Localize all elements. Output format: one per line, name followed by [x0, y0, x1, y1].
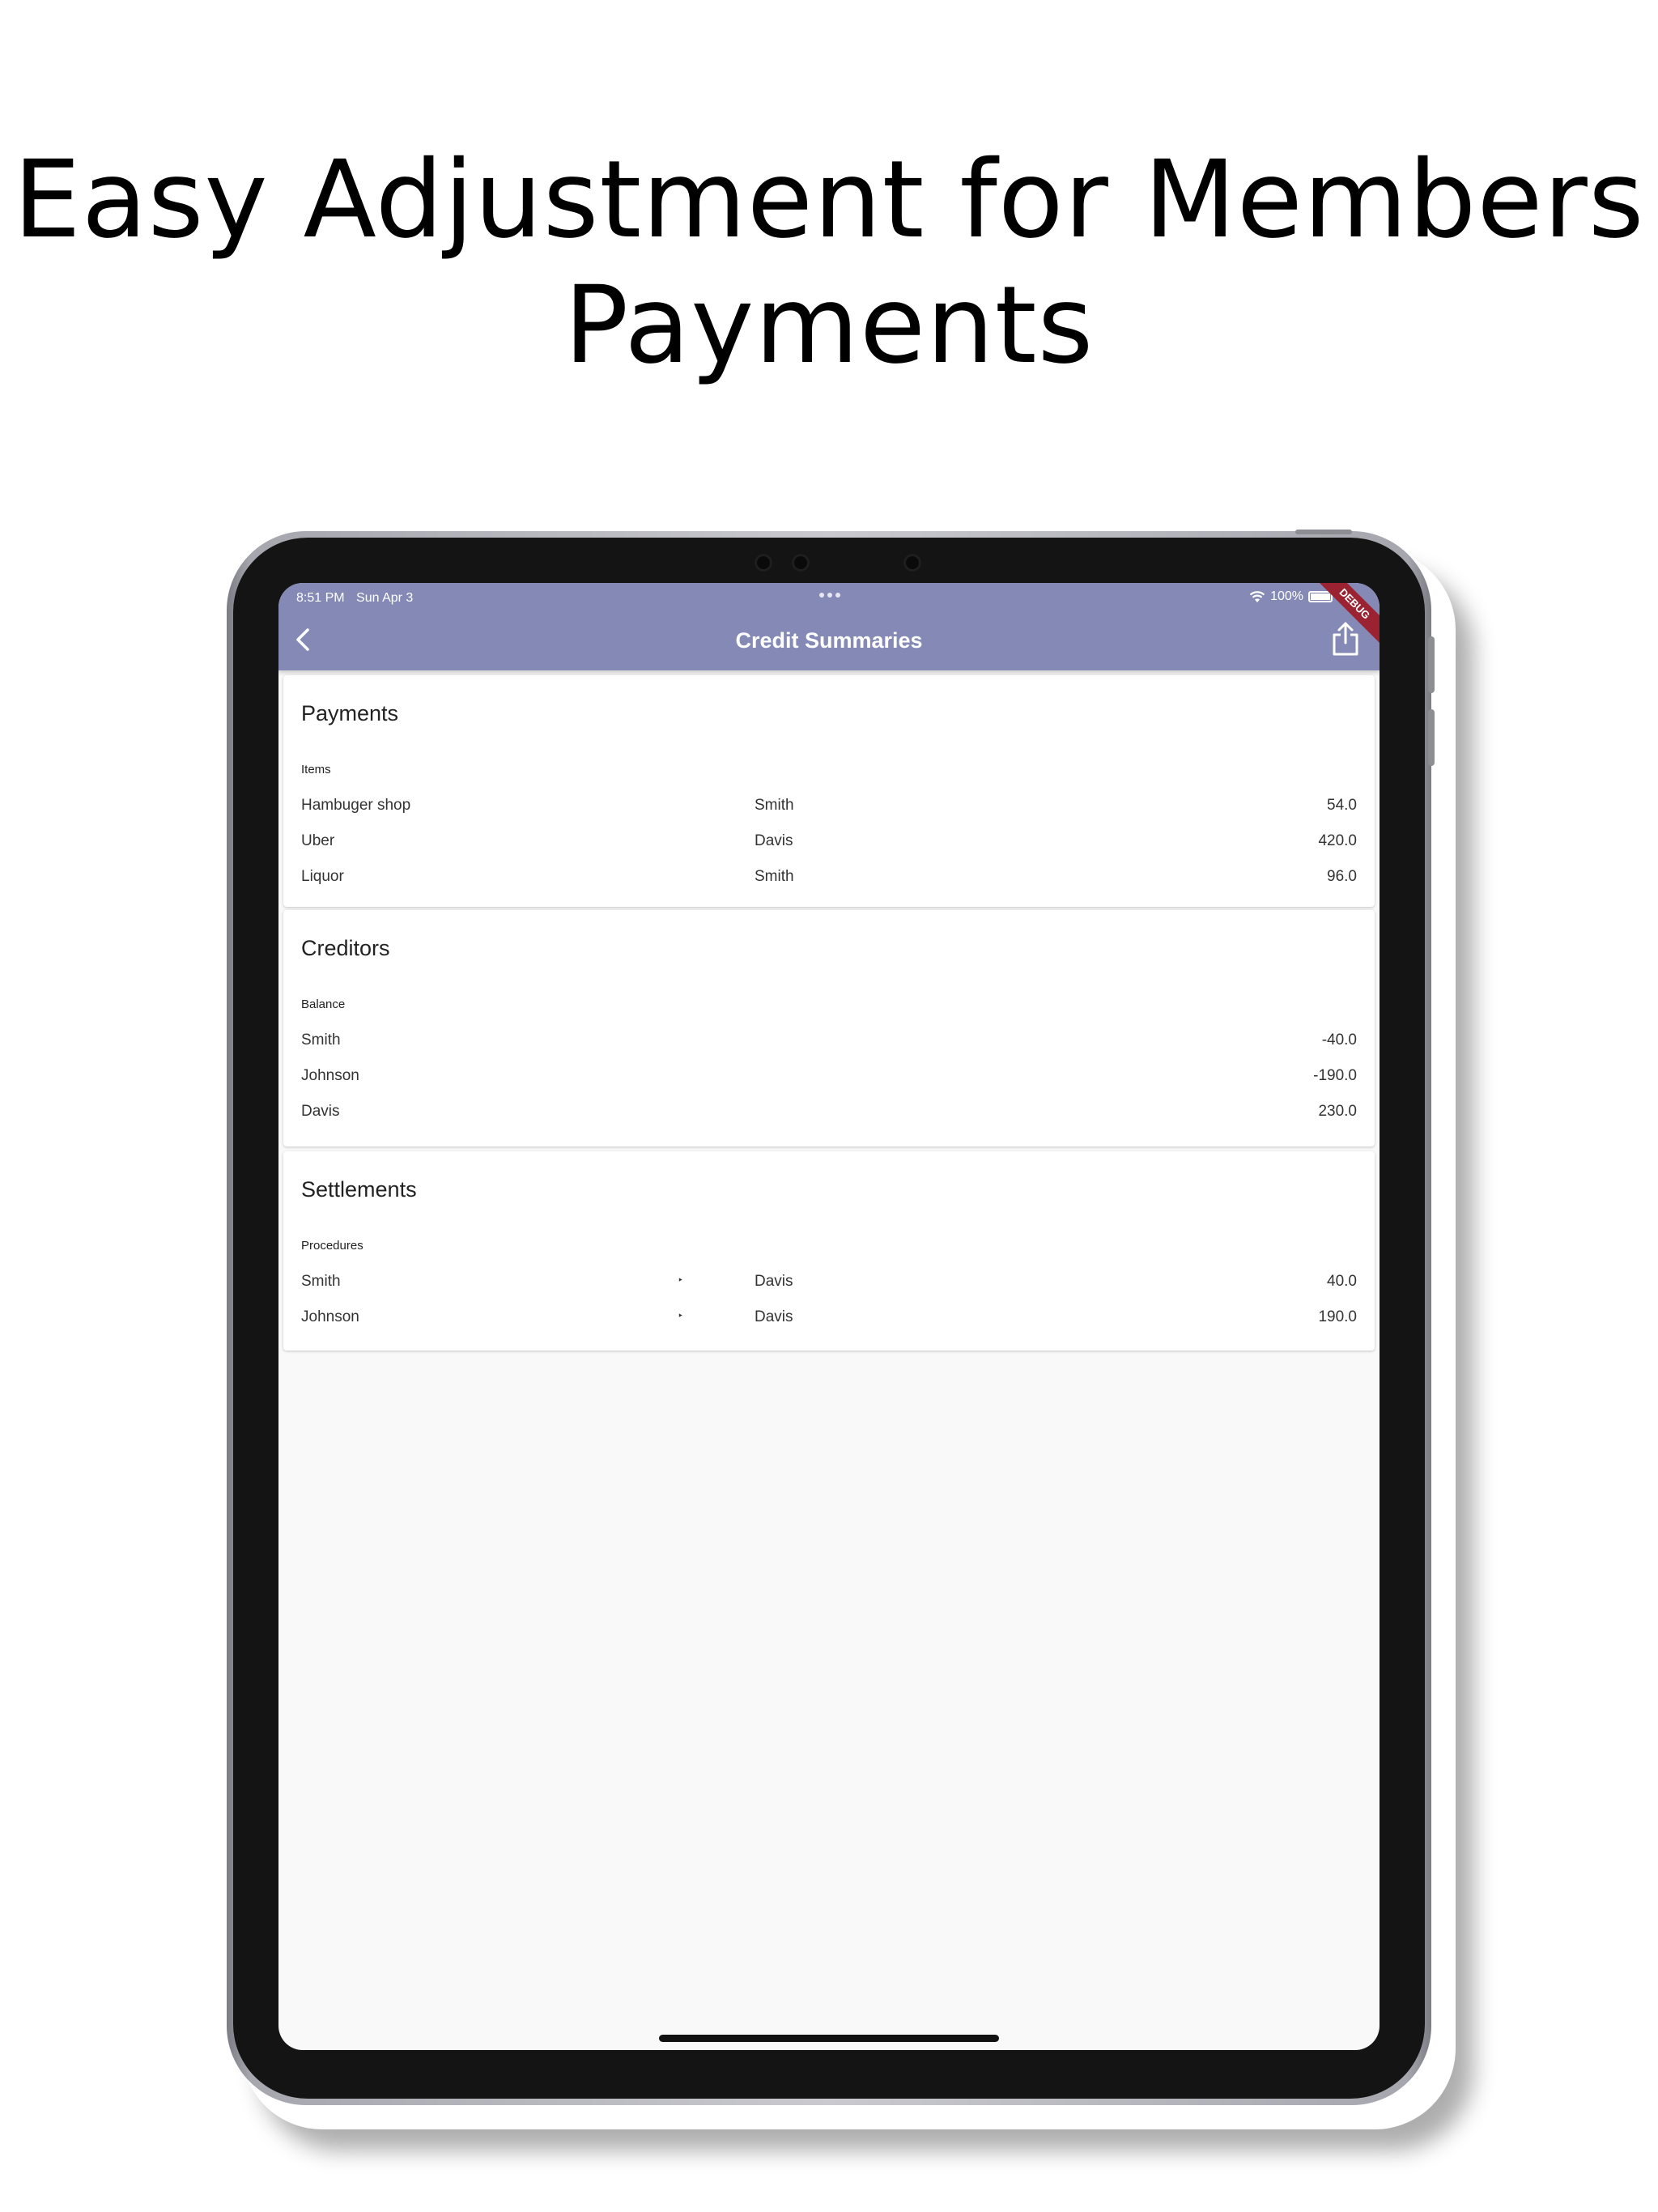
creditor-balance: -40.0	[1321, 1032, 1357, 1049]
creditors-card: Creditors Balance Smith -40.0 Johnson -1…	[283, 910, 1375, 1146]
app-bar: 8:51 PM Sun Apr 3 100% DEBUG Credit Summ…	[278, 583, 1380, 670]
settlement-to: Davis	[755, 1308, 793, 1325]
settlement-from: Smith	[301, 1273, 341, 1290]
power-button	[1295, 530, 1352, 534]
payment-row[interactable]: Uber Davis 420.0	[283, 824, 1375, 857]
sensor-icon	[903, 554, 921, 572]
creditor-row[interactable]: Davis 230.0	[283, 1095, 1375, 1127]
payment-item: Liquor	[301, 868, 344, 885]
sensor-icon	[792, 554, 810, 572]
payment-item: Uber	[301, 832, 335, 849]
settlements-card: Settlements Procedures Smith ‣ Davis 40.…	[283, 1151, 1375, 1351]
status-time: 8:51 PM	[296, 591, 345, 605]
battery-percent: 100%	[1270, 589, 1303, 603]
payments-card: Payments Items Hambuger shop Smith 54.0 …	[283, 675, 1375, 907]
payment-row[interactable]: Liquor Smith 96.0	[283, 860, 1375, 892]
creditor-balance: 230.0	[1318, 1103, 1357, 1120]
payment-member: Davis	[755, 832, 793, 849]
settlement-row[interactable]: Smith ‣ Davis 40.0	[283, 1265, 1375, 1297]
headline: Easy Adjustment for Members Payments	[0, 138, 1658, 389]
volume-up-button	[1428, 636, 1435, 693]
settlements-subtitle: Procedures	[301, 1239, 363, 1253]
app-screen: 8:51 PM Sun Apr 3 100% DEBUG Credit Summ…	[278, 583, 1380, 2050]
creditor-row[interactable]: Smith -40.0	[283, 1023, 1375, 1056]
settlement-amount: 40.0	[1327, 1273, 1357, 1290]
creditors-subtitle: Balance	[301, 998, 346, 1011]
settlement-row[interactable]: Johnson ‣ Davis 190.0	[283, 1300, 1375, 1333]
payments-title: Payments	[301, 701, 399, 725]
payment-row[interactable]: Hambuger shop Smith 54.0	[283, 789, 1375, 821]
payment-amount: 420.0	[1318, 832, 1357, 849]
payment-member: Smith	[755, 868, 794, 885]
payment-member: Smith	[755, 797, 794, 814]
creditor-member: Davis	[301, 1103, 340, 1120]
payment-item: Hambuger shop	[301, 797, 411, 814]
creditor-member: Johnson	[301, 1067, 359, 1084]
wifi-icon	[1249, 591, 1265, 602]
status-date: Sun Apr 3	[356, 591, 414, 605]
creditors-title: Creditors	[301, 936, 390, 960]
creditor-row[interactable]: Johnson -190.0	[283, 1059, 1375, 1091]
settlement-to: Davis	[755, 1273, 793, 1290]
settlements-title: Settlements	[301, 1177, 417, 1202]
settlement-from: Johnson	[301, 1308, 359, 1325]
volume-down-button	[1428, 709, 1435, 766]
payment-amount: 54.0	[1327, 797, 1357, 814]
payment-amount: 96.0	[1327, 868, 1357, 885]
arrow-right-icon: ‣	[678, 1274, 684, 1286]
camera-icon	[755, 554, 772, 572]
status-bar-right: 100%	[1249, 589, 1333, 604]
share-icon[interactable]	[1329, 620, 1362, 657]
home-indicator[interactable]	[659, 2035, 999, 2042]
headline-line-2: Payments	[563, 263, 1095, 388]
headline-line-1: Easy Adjustment for Members	[13, 138, 1645, 262]
status-bar-left: 8:51 PM Sun Apr 3	[296, 591, 413, 606]
creditor-balance: -190.0	[1313, 1067, 1357, 1084]
arrow-right-icon: ‣	[678, 1310, 684, 1321]
creditor-member: Smith	[301, 1032, 341, 1049]
page-title: Credit Summaries	[735, 628, 923, 653]
settlement-amount: 190.0	[1318, 1308, 1357, 1325]
payments-subtitle: Items	[301, 763, 331, 776]
multitask-dots-icon[interactable]	[819, 593, 840, 598]
